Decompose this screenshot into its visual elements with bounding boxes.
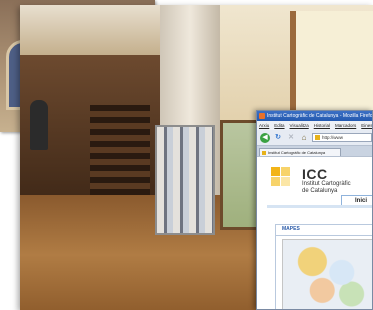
menu-item-visualitza[interactable]: Visualitza	[290, 121, 309, 130]
brand-acronym: ICC	[302, 166, 328, 182]
menu-item-marcadors[interactable]: Marcadors	[335, 121, 356, 130]
map-rack	[155, 125, 215, 235]
icc-logo-icon[interactable]	[271, 167, 291, 187]
back-arrow-icon[interactable]: ◀	[260, 132, 270, 143]
mapes-panel: MAPES	[275, 224, 372, 309]
reload-icon[interactable]: ↻	[273, 133, 283, 143]
page-tab-rule	[267, 205, 372, 208]
interior-staircase	[90, 105, 150, 195]
browser-tab[interactable]: Institut Cartogràfic de Catalunya	[259, 148, 341, 156]
window-title: Institut Cartogràfic de Catalunya - Mozi…	[267, 113, 372, 119]
tab-strip: Institut Cartogràfic de Catalunya	[257, 146, 372, 156]
browser-titlebar: Institut Cartogràfic de Catalunya - Mozi…	[257, 111, 372, 121]
map-thumbnail[interactable]	[282, 239, 372, 309]
brand-name-line2: de Catalunya	[302, 188, 338, 194]
mapes-panel-title[interactable]: MAPES	[282, 226, 300, 232]
home-icon[interactable]: ⌂	[299, 133, 309, 143]
menu-item-arxiu[interactable]: Arxiu	[259, 121, 269, 130]
menu-item-historial[interactable]: Historial	[314, 121, 330, 130]
stop-icon[interactable]: ✕	[286, 133, 296, 143]
panel-divider	[276, 235, 372, 236]
tab-label: Institut Cartogràfic de Catalunya	[268, 150, 326, 155]
tab-favicon-icon	[262, 150, 266, 155]
menu-item-eines[interactable]: Eines	[361, 121, 372, 130]
url-text: http://www	[322, 135, 344, 140]
site-brand: ICC Institut Cartogràfic de Catalunya	[302, 167, 351, 195]
web-page: ICC Institut Cartogràfic de Catalunya In…	[257, 156, 372, 309]
interior-person	[30, 100, 48, 150]
site-favicon-icon	[315, 135, 320, 140]
url-input[interactable]: http://www	[312, 133, 372, 142]
browser-window: Institut Cartogràfic de Catalunya - Mozi…	[256, 110, 373, 310]
menu-item-edita[interactable]: Edita	[274, 121, 284, 130]
firefox-icon	[259, 113, 265, 119]
menu-bar: Arxiu Edita Visualitza Historial Marcado…	[257, 121, 372, 130]
brand-name-line1: Institut Cartogràfic	[302, 181, 351, 187]
navigation-toolbar: ◀ ↻ ✕ ⌂ http://www	[257, 130, 372, 146]
